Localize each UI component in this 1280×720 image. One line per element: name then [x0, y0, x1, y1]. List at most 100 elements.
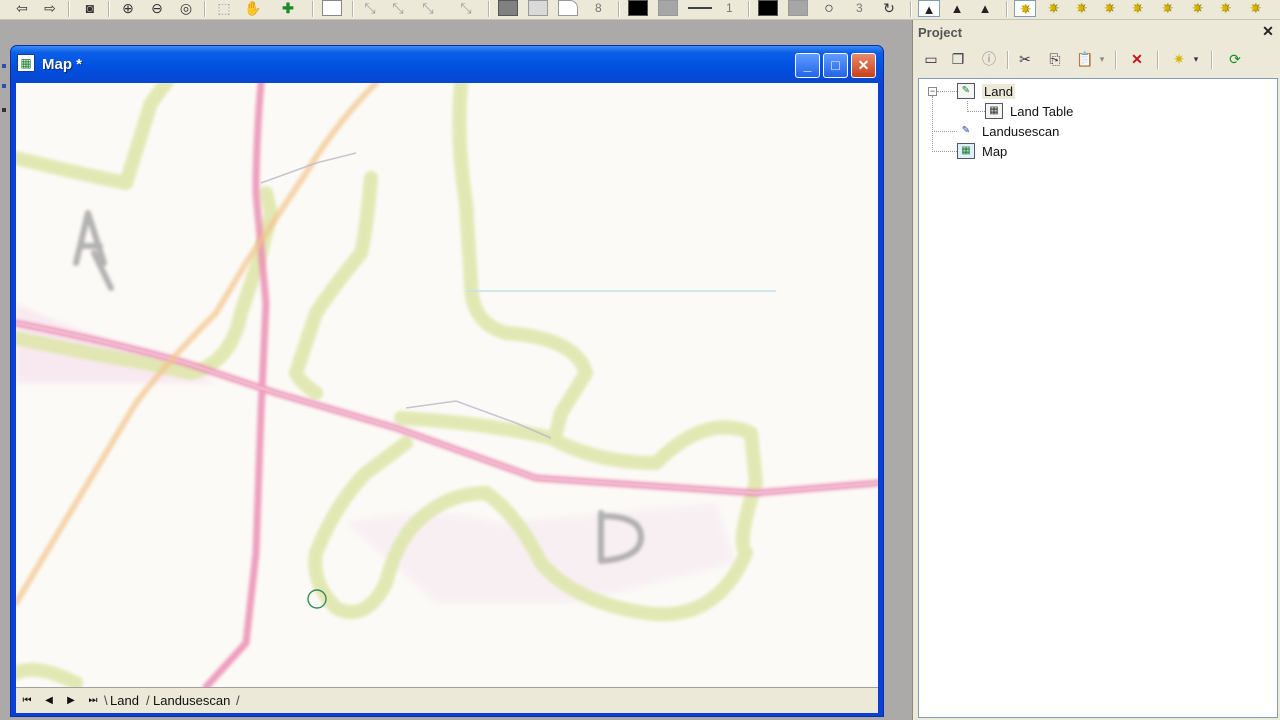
table-icon: ▦: [985, 103, 1003, 119]
snap-tool-9-icon[interactable]: ✷: [1244, 0, 1266, 17]
snap-tool-3-icon[interactable]: ✷: [1070, 0, 1092, 17]
close-button[interactable]: ✕: [851, 53, 876, 78]
collapse-icon[interactable]: −: [928, 87, 937, 96]
paste-dropdown-icon[interactable]: ▾: [1097, 49, 1107, 69]
toolbar-separator: [68, 1, 70, 17]
edit-segment-icon[interactable]: ⤡: [388, 0, 408, 17]
tree-item-land-table[interactable]: ▦ Land Table: [985, 102, 1073, 120]
back-arrow-icon[interactable]: ⇦: [12, 0, 32, 17]
mdi-background: [884, 20, 912, 720]
tab-divider: \: [104, 693, 108, 708]
project-toolbar: ▭ ❐ ⓘ ✂ ⎘ 📋 ▾ ✕ ✷ ▾ ⟳: [913, 45, 1280, 73]
zoom-out-icon[interactable]: ⊖: [147, 0, 167, 17]
snap-tool-4-icon[interactable]: ✷: [1098, 0, 1120, 17]
toolbar-separator: [910, 1, 912, 17]
project-panel: Project ✕ ▭ ❐ ⓘ ✂ ⎘ 📋 ▾ ✕ ✷ ▾ ⟳ − ✎ Land…: [912, 20, 1280, 720]
zoom-full-icon[interactable]: ◙: [80, 0, 100, 17]
snap-tool-5-icon[interactable]: ✷: [1126, 0, 1148, 17]
symbol-size-value: 3: [856, 1, 863, 15]
toolbar-separator: [1007, 51, 1009, 69]
cut-icon[interactable]: ✂: [1015, 49, 1035, 69]
fill-pattern-swatch[interactable]: [558, 0, 578, 16]
zoom-previous-icon[interactable]: ◎: [176, 0, 196, 17]
tree-line: [932, 151, 957, 152]
symbol-circle-icon[interactable]: ○: [818, 0, 840, 17]
label-tool-a-icon[interactable]: ▲: [918, 0, 940, 17]
scanned-map-image: [16, 83, 878, 687]
tree-item-landusescan[interactable]: ✎ Landusescan: [957, 122, 1059, 140]
fill-swatch-white[interactable]: [322, 0, 342, 16]
toolbar-separator: [108, 1, 110, 17]
line-style-icon[interactable]: [688, 7, 712, 9]
rotate-icon[interactable]: ↻: [878, 0, 900, 17]
tree-item-label: Landusescan: [982, 123, 1060, 139]
edit-vertex-icon[interactable]: ⤡: [360, 0, 380, 17]
mdi-marker: [2, 84, 6, 88]
snap-tool-7-icon[interactable]: ✷: [1186, 0, 1208, 17]
fill-color-light-swatch[interactable]: [528, 0, 548, 16]
previous-sheet-icon[interactable]: ◀: [40, 692, 58, 709]
snap-tool-6-icon[interactable]: ✷: [1156, 0, 1178, 17]
toolbar-separator: [488, 1, 490, 17]
label-tool-b-icon[interactable]: ▲: [946, 0, 968, 17]
forward-arrow-icon[interactable]: ⇨: [40, 0, 60, 17]
last-sheet-icon[interactable]: ⏭: [84, 692, 102, 709]
tree-line: [932, 131, 957, 132]
reshape-icon[interactable]: ⤡: [456, 0, 476, 17]
zoom-in-icon[interactable]: ⊕: [118, 0, 138, 17]
new-window-icon[interactable]: ▭: [921, 49, 941, 69]
map-window-titlebar[interactable]: ▦ Map * _ □ ✕: [11, 46, 883, 83]
symbol-color-black-swatch[interactable]: [758, 0, 778, 16]
edit-node-icon[interactable]: ⤡: [418, 0, 438, 17]
snap-tool-2-icon[interactable]: ✷: [1042, 0, 1064, 17]
add-layer-dropdown-icon[interactable]: ▾: [1191, 49, 1201, 69]
tree-item-label: Map: [982, 143, 1008, 159]
snap-tool-8-icon[interactable]: ✷: [1214, 0, 1236, 17]
add-feature-icon[interactable]: ✚: [278, 0, 298, 17]
project-panel-title: Project: [918, 25, 963, 40]
label-tool-c-icon[interactable]: ▲: [974, 0, 996, 17]
toolbar-separator: [1157, 51, 1159, 69]
map-icon: ▦: [957, 143, 975, 159]
symbol-color-gray-swatch[interactable]: [788, 0, 808, 16]
edit-layer-icon: ✎: [957, 83, 975, 99]
project-close-button[interactable]: ✕: [1260, 23, 1276, 39]
toolbar-separator: [312, 1, 314, 17]
tab-divider: /: [146, 693, 150, 708]
refresh-icon[interactable]: ⟳: [1225, 49, 1245, 69]
tree-line: [937, 91, 957, 92]
tree-item-label: Land: [982, 83, 1015, 99]
tree-item-land[interactable]: ✎ Land: [957, 82, 1015, 100]
snap-tool-1-icon[interactable]: ✷: [1014, 0, 1036, 17]
line-color-black-swatch[interactable]: [628, 0, 648, 16]
fill-color-dark-swatch[interactable]: [498, 0, 518, 16]
line-width-value: 1: [726, 1, 733, 15]
delete-icon[interactable]: ✕: [1127, 49, 1147, 69]
copy-icon[interactable]: ⎘: [1045, 49, 1065, 69]
scan-layer-icon: ✎: [957, 123, 975, 139]
maximize-button[interactable]: □: [823, 53, 848, 78]
minimize-button[interactable]: _: [795, 53, 820, 78]
line-color-gray-swatch[interactable]: [658, 0, 678, 16]
toolbar-separator: [204, 1, 206, 17]
first-sheet-icon[interactable]: ⏮: [18, 692, 36, 709]
map-window-title: Map *: [42, 56, 83, 73]
project-tree: − ✎ Land ▦ Land Table ✎ Landusescan ▦ Ma…: [918, 78, 1278, 718]
toolbar-separator: [618, 1, 620, 17]
tree-item-map[interactable]: ▦ Map: [957, 142, 1007, 160]
paste-icon[interactable]: 📋: [1075, 49, 1095, 69]
properties-icon[interactable]: ⓘ: [979, 49, 999, 69]
tab-land[interactable]: Land: [110, 691, 139, 710]
zoom-to-selection-icon[interactable]: ⬚: [214, 0, 234, 17]
tab-landusescan[interactable]: Landusescan: [153, 691, 230, 710]
pan-hand-icon[interactable]: ✋: [243, 0, 263, 17]
toolbar-separator: [1115, 51, 1117, 69]
next-sheet-icon[interactable]: ▶: [62, 692, 80, 709]
map-canvas[interactable]: ⏮ ◀ ▶ ⏭ \ Land / Landusescan /: [16, 83, 878, 713]
add-layer-icon[interactable]: ✷: [1169, 49, 1189, 69]
main-toolbar: ⇦ ⇨ ◙ ⊕ ⊖ ◎ ⬚ ✋ ✚ ⤡ ⤡ ⤡ ⤡ 8 1 ○ 3 ↻ ▲ ▲ …: [0, 0, 1280, 20]
tab-divider: /: [236, 693, 240, 708]
toolbar-separator: [352, 1, 354, 17]
tree-line: [967, 111, 987, 112]
restore-window-icon[interactable]: ❐: [948, 49, 968, 69]
